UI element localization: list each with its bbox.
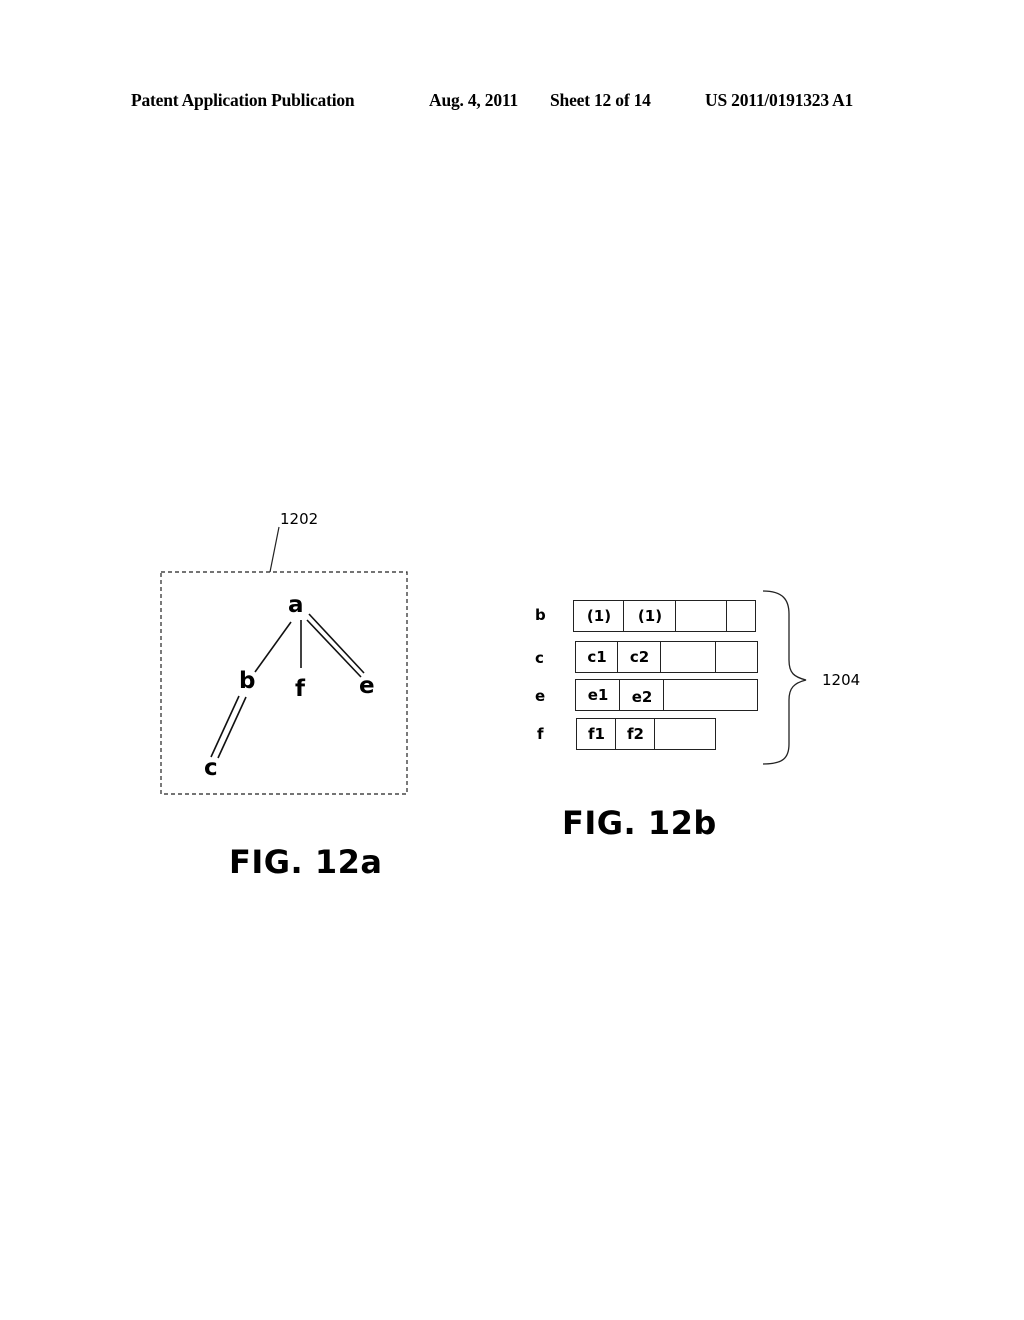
fig12a-caption: FIG. 12a [229,843,383,881]
array-cell: (1) [573,600,625,632]
ref-label-1204: 1204 [822,671,861,689]
row-label-f: f [537,725,544,743]
figure-lines [160,526,807,795]
array-cell [726,600,756,632]
row-label-b: b [535,606,546,624]
array-cell: e1 [575,679,621,711]
edge-a-e-1 [308,613,365,674]
tree-node-c: c [204,755,218,781]
array-cell: e2 [619,679,665,711]
tree-node-e: e [359,673,375,699]
array-cell: c2 [617,641,662,673]
edge-a-b [254,621,292,673]
array-cell: f2 [615,718,656,750]
array-cell [654,718,716,750]
row-label-e: e [535,687,546,705]
array-cell [715,641,758,673]
tree-node-b: b [239,668,256,694]
ref-label-1202: 1202 [280,510,319,528]
tree-node-f: f [295,676,306,702]
edge-b-c-1 [210,695,240,758]
ref-1202-leader [269,526,280,573]
row-label-c: c [535,649,544,667]
array-cell [675,600,728,632]
brace-1204 [762,590,807,765]
array-cell: f1 [576,718,617,750]
edge-a-e-2 [306,619,362,678]
array-cell [663,679,758,711]
tree-node-a: a [288,592,304,618]
fig12b-caption: FIG. 12b [562,804,717,842]
array-cell: c1 [575,641,619,673]
array-cell: (1) [623,600,677,632]
array-cell [660,641,717,673]
edge-b-c-2 [217,696,247,759]
